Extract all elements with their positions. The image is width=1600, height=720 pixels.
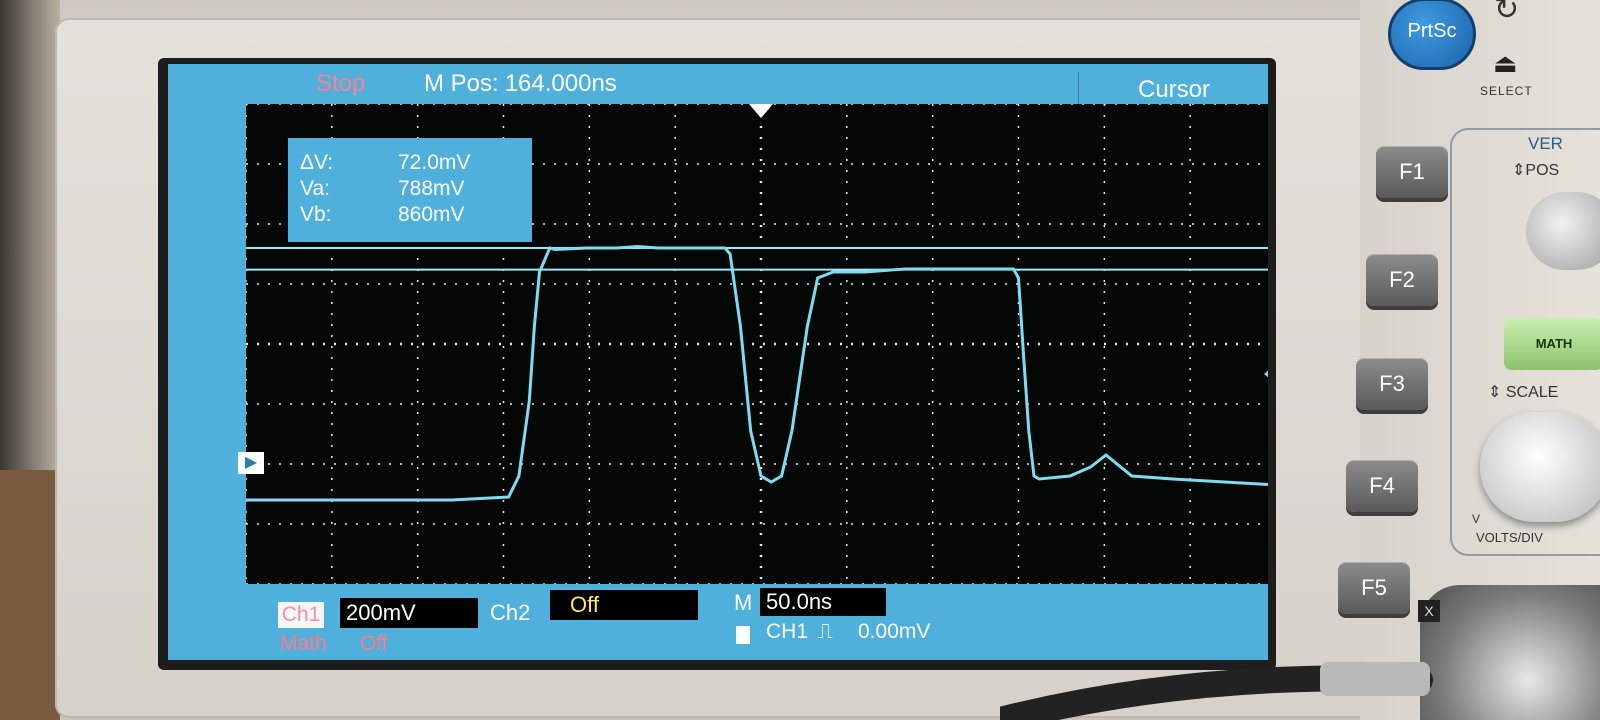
f2-button[interactable]: F2 (1366, 254, 1438, 306)
math-button[interactable]: MATH (1504, 318, 1600, 370)
x-mark: X (1418, 600, 1440, 622)
background-floor (0, 470, 60, 720)
f1-button[interactable]: F1 (1376, 146, 1448, 198)
math-label[interactable]: Math (280, 632, 327, 656)
vb-value: 860mV (398, 203, 465, 226)
background-left (0, 0, 60, 720)
waveform-area: ΔV: Va: Vb: 72.0mV 788mV 860mV (246, 104, 1268, 584)
select-icon[interactable]: ⏏ (1493, 48, 1518, 79)
probe-cable (1000, 662, 1433, 720)
v-mark: V (1472, 512, 1481, 526)
cursor-lines (246, 247, 1268, 271)
f3-button[interactable]: F3 (1356, 358, 1428, 410)
trigger-edge-icon: ⎍ (818, 620, 833, 643)
ch2-label[interactable]: Ch2 (490, 600, 530, 626)
menu-tab-cursor[interactable]: Cursor (1078, 72, 1268, 106)
trigger-position-marker (749, 104, 773, 118)
trigger-level: 0.00mV (858, 620, 931, 643)
vb-label: Vb: (300, 203, 332, 226)
horizontal-position: M Pos: 164.000ns (424, 70, 617, 98)
delta-v-value: 72.0mV (398, 151, 471, 174)
ch1-ground-marker: ▶ (238, 452, 264, 474)
channel-status-bar: Ch1 200mV Ch2 Off Math Off M 50.0ns CH1 … (168, 584, 1268, 660)
timebase-value: 50.0ns (760, 588, 886, 616)
cursor-readout-box: ΔV: Va: Vb: 72.0mV 788mV 860mV (288, 138, 532, 242)
redo-icon[interactable]: ↻ (1494, 0, 1519, 27)
select-label: SELECT (1480, 84, 1533, 98)
trigger-icon (736, 626, 750, 644)
f4-button[interactable]: F4 (1346, 460, 1418, 512)
mpos-value: 164.000ns (504, 70, 617, 97)
timebase-label: M (734, 590, 753, 615)
trigger-source: CH1 (766, 620, 809, 643)
vertical-title: VER (1528, 134, 1563, 153)
volts-div-label: VOLTS/DIV (1476, 530, 1543, 545)
position-knob[interactable] (1526, 192, 1600, 270)
delta-v-label: ΔV: (300, 151, 334, 174)
ch1-trace (246, 244, 1268, 502)
markers (749, 104, 1268, 378)
ch1-scale: 200mV (340, 598, 478, 628)
scale-knob[interactable] (1480, 412, 1600, 522)
ch2-state: Off (550, 590, 698, 620)
oscilloscope-screen: Stop M Pos: 164.000ns Cursor ΔV: Va: Vb: … (168, 64, 1268, 660)
status-bar: Stop M Pos: 164.000ns Cursor (168, 64, 1268, 106)
math-state: Off (360, 632, 388, 655)
mpos-label: M Pos: (424, 70, 499, 97)
position-label: ⇕POS (1512, 162, 1560, 179)
va-label: Va: (300, 177, 330, 200)
prtsc-button[interactable]: PrtSc (1388, 0, 1476, 70)
va-value: 788mV (398, 177, 465, 200)
scale-label: ⇕ SCALE (1488, 384, 1559, 401)
f5-button[interactable]: F5 (1338, 562, 1410, 614)
trigger-level-marker (1264, 370, 1268, 378)
ch1-label[interactable]: Ch1 (278, 602, 324, 628)
run-state: Stop (316, 70, 366, 97)
